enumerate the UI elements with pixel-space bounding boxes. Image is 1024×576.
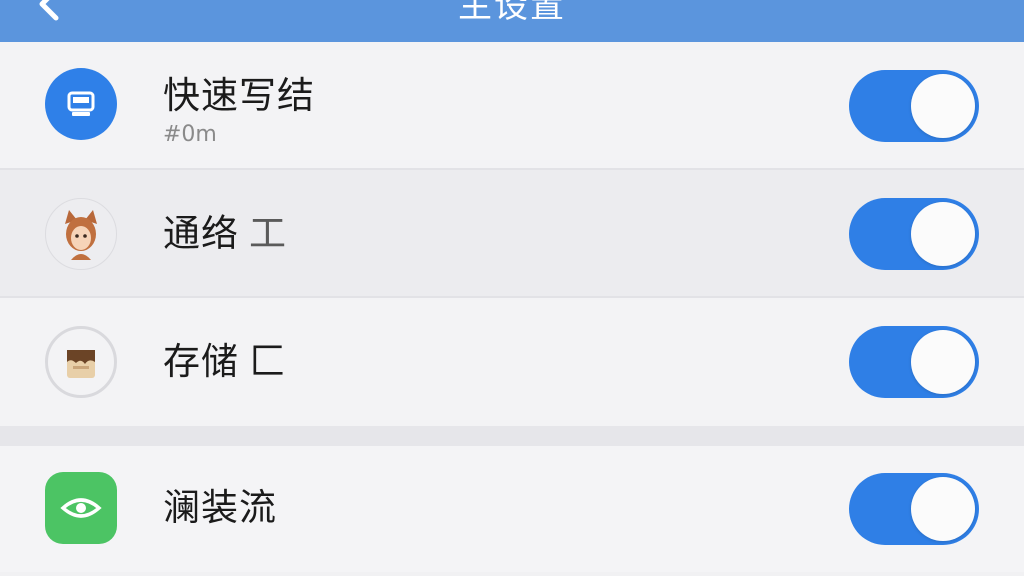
setting-title-text: 存储 — [163, 340, 239, 383]
toggle-knob — [911, 74, 975, 138]
setting-title-suffix: 匚 — [249, 340, 287, 383]
fox-avatar-icon — [45, 198, 117, 270]
toggle-switch-quick[interactable] — [849, 70, 979, 142]
eye-icon — [45, 472, 117, 544]
top-app-bar: 主设置 — [0, 0, 1024, 42]
toggle-switch-storage[interactable] — [849, 326, 979, 398]
monitor-icon — [45, 68, 117, 140]
toggle-knob — [911, 330, 975, 394]
setting-title: 澜装流 — [163, 486, 277, 529]
toggle-knob — [911, 202, 975, 266]
section-divider — [0, 426, 1024, 446]
setting-title-suffix: 工 — [249, 212, 287, 255]
setting-row-quick[interactable]: 快速写结 #0m — [0, 42, 1024, 170]
toggle-knob — [911, 477, 975, 541]
setting-title-text: 通络 — [163, 212, 239, 255]
setting-row-notifications[interactable]: 通络工 — [0, 170, 1024, 298]
setting-row-storage[interactable]: 存储匚 — [0, 298, 1024, 426]
storage-box-icon — [45, 326, 117, 398]
setting-subtitle: #0m — [163, 122, 217, 147]
setting-title: 通络工 — [163, 212, 287, 256]
page-title: 主设置 — [458, 0, 566, 26]
toggle-switch-eye[interactable] — [849, 473, 979, 545]
setting-title: 存储匚 — [163, 340, 287, 384]
setting-title: 快速写结 — [163, 74, 315, 117]
setting-row-eye[interactable]: 澜装流 — [0, 446, 1024, 572]
settings-screen: 主设置 快速写结 #0m 通络 工 存储 匚 澜装流 — [0, 0, 1024, 576]
toggle-switch-notifications[interactable] — [849, 198, 979, 270]
